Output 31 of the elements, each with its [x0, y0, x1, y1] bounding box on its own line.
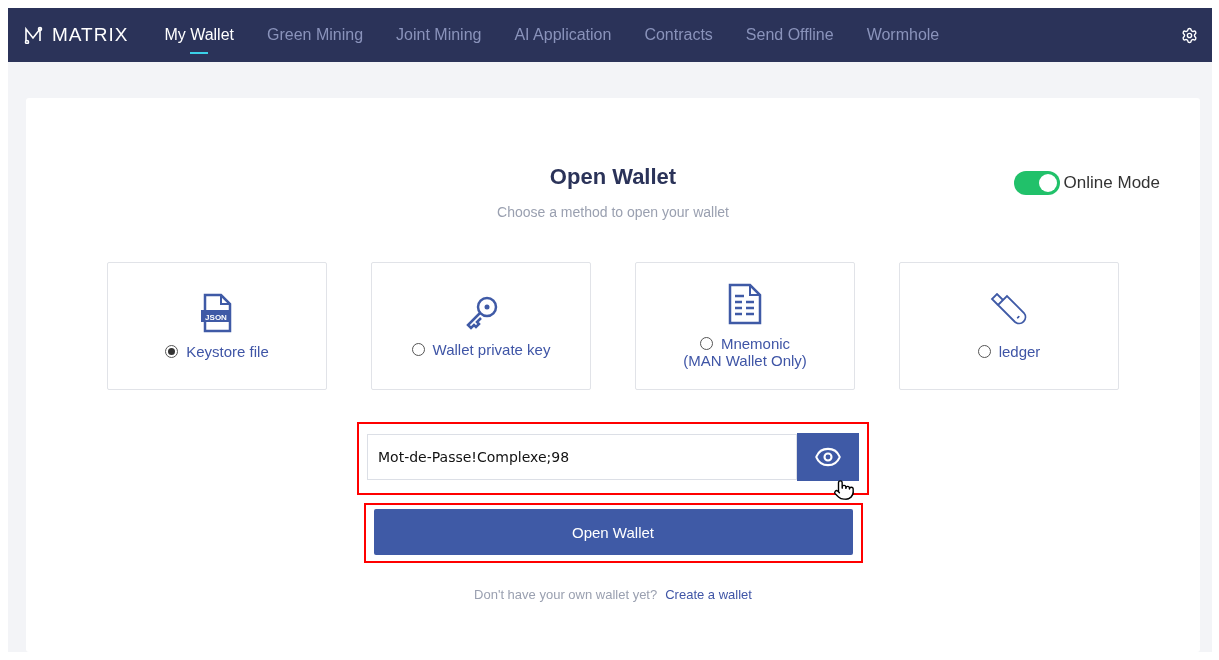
document-icon: [727, 283, 763, 325]
nav-tab[interactable]: Wormhole: [866, 8, 940, 62]
method-card[interactable]: ledger: [899, 262, 1119, 390]
method-note: (MAN Wallet Only): [683, 352, 807, 369]
method-card[interactable]: Mnemonic (MAN Wallet Only): [635, 262, 855, 390]
nav-tab[interactable]: Joint Mining: [396, 8, 482, 62]
open-wallet-button[interactable]: Open Wallet: [373, 509, 853, 555]
method-label: Keystore file: [186, 342, 269, 360]
nav-tab[interactable]: My Wallet: [164, 8, 234, 62]
method-label: Wallet private key: [432, 340, 551, 358]
footer-prompt: Don't have your own wallet yet?: [474, 587, 658, 602]
settings-button[interactable]: [1181, 26, 1198, 44]
show-password-button[interactable]: [797, 433, 859, 481]
method-label: ledger: [998, 342, 1041, 360]
toggle-switch[interactable]: [1013, 171, 1060, 195]
subtitle: Choose a method to open your wallet: [497, 204, 729, 220]
password-field[interactable]: Mot-de-Passe!Complexe;98: [367, 434, 797, 480]
method-label: Mnemonic: [720, 335, 791, 352]
nav-tab[interactable]: Contracts: [644, 8, 713, 62]
method-card[interactable]: Wallet private key: [371, 262, 591, 390]
nav-tab[interactable]: Green Mining: [267, 8, 364, 62]
create-wallet-link[interactable]: Create a wallet: [665, 587, 752, 602]
nav-tab[interactable]: AI Application: [514, 8, 612, 62]
hand-cursor-icon: [833, 479, 855, 501]
logo-icon: [24, 26, 44, 44]
nav-tab[interactable]: Send Offline: [745, 8, 834, 62]
method-card[interactable]: JSON Keystore file: [107, 262, 327, 390]
logo-text: MATRIX: [52, 24, 129, 46]
page-title: Open Wallet: [549, 164, 677, 190]
toggle-label: Online Mode: [1063, 173, 1160, 193]
json-file-icon: JSON: [200, 292, 234, 333]
